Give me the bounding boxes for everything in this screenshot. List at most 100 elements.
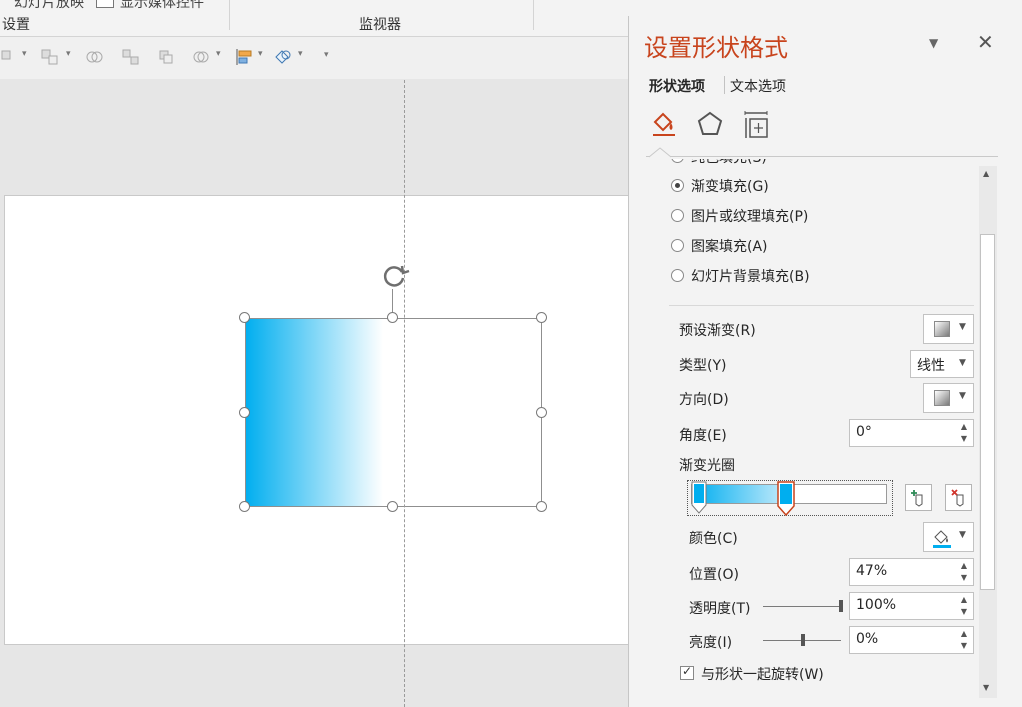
spin-up-icon[interactable]: ▲ <box>961 629 967 638</box>
paint-bucket-icon <box>933 530 951 548</box>
chevron-down-icon[interactable]: ▾ <box>216 49 221 59</box>
position-spinner[interactable]: 47% ▲ ▼ <box>849 558 974 586</box>
radio-solid-fill[interactable] <box>671 159 684 163</box>
brightness-slider-thumb[interactable] <box>801 634 805 646</box>
spin-down-icon[interactable]: ▼ <box>961 434 967 443</box>
tab-shape-options[interactable]: 形状选项 <box>649 76 705 96</box>
chevron-down-icon[interactable]: ▾ <box>258 49 263 59</box>
spin-down-icon[interactable]: ▼ <box>961 641 967 650</box>
resize-handle-top-left[interactable] <box>239 312 250 323</box>
rotate-icon[interactable] <box>380 262 410 290</box>
spin-up-icon[interactable]: ▲ <box>961 561 967 570</box>
gradient-preview-swatch <box>934 321 950 337</box>
group-settings-label: 设置 <box>2 17 30 33</box>
send-backward-icon[interactable] <box>40 47 62 67</box>
format-shape-pane: 设置形状格式 ▼ ✕ 形状选项 文本选项 纯色填充(S) 渐变填充(G) 图片或… <box>628 16 1022 707</box>
radio-slide-background-fill[interactable] <box>671 269 684 282</box>
group-divider <box>533 0 534 30</box>
pane-scrollbar[interactable]: ▲ ▼ <box>979 166 997 698</box>
align-icon[interactable] <box>234 47 256 67</box>
transparency-slider-thumb[interactable] <box>839 600 843 612</box>
resize-handle-bottom[interactable] <box>387 501 398 512</box>
bring-forward-icon[interactable] <box>0 47 22 67</box>
fill-line-icon[interactable] <box>649 109 679 139</box>
scrollbar-thumb[interactable] <box>980 234 995 590</box>
pane-title: 设置形状格式 <box>644 34 788 62</box>
color-label: 颜色(C) <box>689 531 738 547</box>
slideshow-cut-label[interactable]: 幻灯片放映 <box>14 0 84 12</box>
position-label: 位置(O) <box>689 567 739 583</box>
resize-handle-bottom-left[interactable] <box>239 501 250 512</box>
brightness-value: 0% <box>856 631 879 647</box>
fill-option-label: 渐变填充(G) <box>691 179 769 195</box>
fill-options-list: 纯色填充(S) 渐变填充(G) 图片或纹理填充(P) 图案填充(A) 幻灯片背景… <box>669 159 979 309</box>
position-value: 47% <box>856 563 888 579</box>
chevron-down-icon[interactable]: ▾ <box>66 49 71 59</box>
remove-gradient-stop-button[interactable] <box>945 484 972 511</box>
brightness-spinner[interactable]: 0% ▲ ▼ <box>849 626 974 654</box>
tab-divider <box>724 76 725 94</box>
spin-up-icon[interactable]: ▲ <box>961 422 967 431</box>
angle-spinner[interactable]: 0° ▲ ▼ <box>849 419 974 447</box>
effects-pentagon-icon[interactable] <box>695 109 725 139</box>
type-dropdown[interactable]: 线性 ▼ <box>910 350 974 378</box>
size-properties-icon[interactable] <box>741 109 771 141</box>
color-dropdown[interactable]: ▼ <box>923 522 974 552</box>
close-icon[interactable]: ✕ <box>977 30 994 54</box>
fill-option-label: 幻灯片背景填充(B) <box>691 269 810 285</box>
more-options-icon[interactable]: ▾ <box>324 50 329 60</box>
gradient-stop-1[interactable] <box>691 481 707 517</box>
rotate-with-shape-checkbox[interactable]: ✓ <box>680 664 694 680</box>
selected-shape-outline[interactable] <box>245 318 542 507</box>
remove-stop-icon <box>951 489 964 507</box>
resize-handle-bottom-right[interactable] <box>536 501 547 512</box>
spin-down-icon[interactable]: ▼ <box>961 607 967 616</box>
chevron-down-icon: ▼ <box>959 530 966 540</box>
chevron-down-icon: ▼ <box>959 358 966 368</box>
resize-handle-right[interactable] <box>536 407 547 418</box>
transparency-slider-track[interactable] <box>763 606 841 607</box>
direction-dropdown[interactable]: ▼ <box>923 383 974 413</box>
section-divider <box>669 305 974 306</box>
type-value: 线性 <box>917 358 945 374</box>
chevron-down-icon[interactable]: ▾ <box>22 49 27 59</box>
show-media-controls-label: 显示媒体控件 <box>120 0 204 11</box>
group-icon[interactable] <box>120 47 142 67</box>
resize-handle-left[interactable] <box>239 407 250 418</box>
spin-up-icon[interactable]: ▲ <box>961 595 967 604</box>
chevron-down-icon: ▼ <box>959 391 966 401</box>
angle-label: 角度(E) <box>679 428 727 444</box>
ungroup-icon[interactable] <box>156 47 178 67</box>
intersect-icon[interactable] <box>190 47 212 67</box>
gradient-stop-2-selected[interactable] <box>777 481 795 519</box>
transparency-spinner[interactable]: 100% ▲ ▼ <box>849 592 974 620</box>
scroll-down-icon[interactable]: ▼ <box>983 683 989 692</box>
rotate-handle-stem <box>392 289 393 313</box>
tab-text-options[interactable]: 文本选项 <box>730 76 786 96</box>
angle-value: 0° <box>856 424 872 440</box>
add-gradient-stop-button[interactable] <box>905 484 932 511</box>
group-divider <box>229 0 230 30</box>
radio-gradient-fill[interactable] <box>671 179 684 192</box>
fill-option-label: 纯色填充(S) <box>691 159 767 167</box>
merge-shapes-icon[interactable] <box>84 47 106 67</box>
pane-options-chevron-icon[interactable]: ▼ <box>929 36 938 50</box>
spin-down-icon[interactable]: ▼ <box>961 573 967 582</box>
fill-option-label: 图片或纹理填充(P) <box>691 209 809 225</box>
chevron-down-icon: ▼ <box>959 322 966 332</box>
scroll-up-icon[interactable]: ▲ <box>983 169 989 178</box>
section-divider <box>646 156 998 157</box>
shape-format-icon[interactable] <box>272 47 294 67</box>
chevron-down-icon[interactable]: ▾ <box>298 49 303 59</box>
direction-label: 方向(D) <box>679 392 729 408</box>
show-media-controls-checkbox[interactable] <box>96 0 114 8</box>
preset-gradient-dropdown[interactable]: ▼ <box>923 314 974 344</box>
radio-picture-fill[interactable] <box>671 209 684 222</box>
resize-handle-top[interactable] <box>387 312 398 323</box>
transparency-value: 100% <box>856 597 897 613</box>
resize-handle-top-right[interactable] <box>536 312 547 323</box>
type-label: 类型(Y) <box>679 358 727 374</box>
radio-pattern-fill[interactable] <box>671 239 684 252</box>
transparency-label: 透明度(T) <box>689 601 751 617</box>
fill-option-label: 图案填充(A) <box>691 239 768 255</box>
